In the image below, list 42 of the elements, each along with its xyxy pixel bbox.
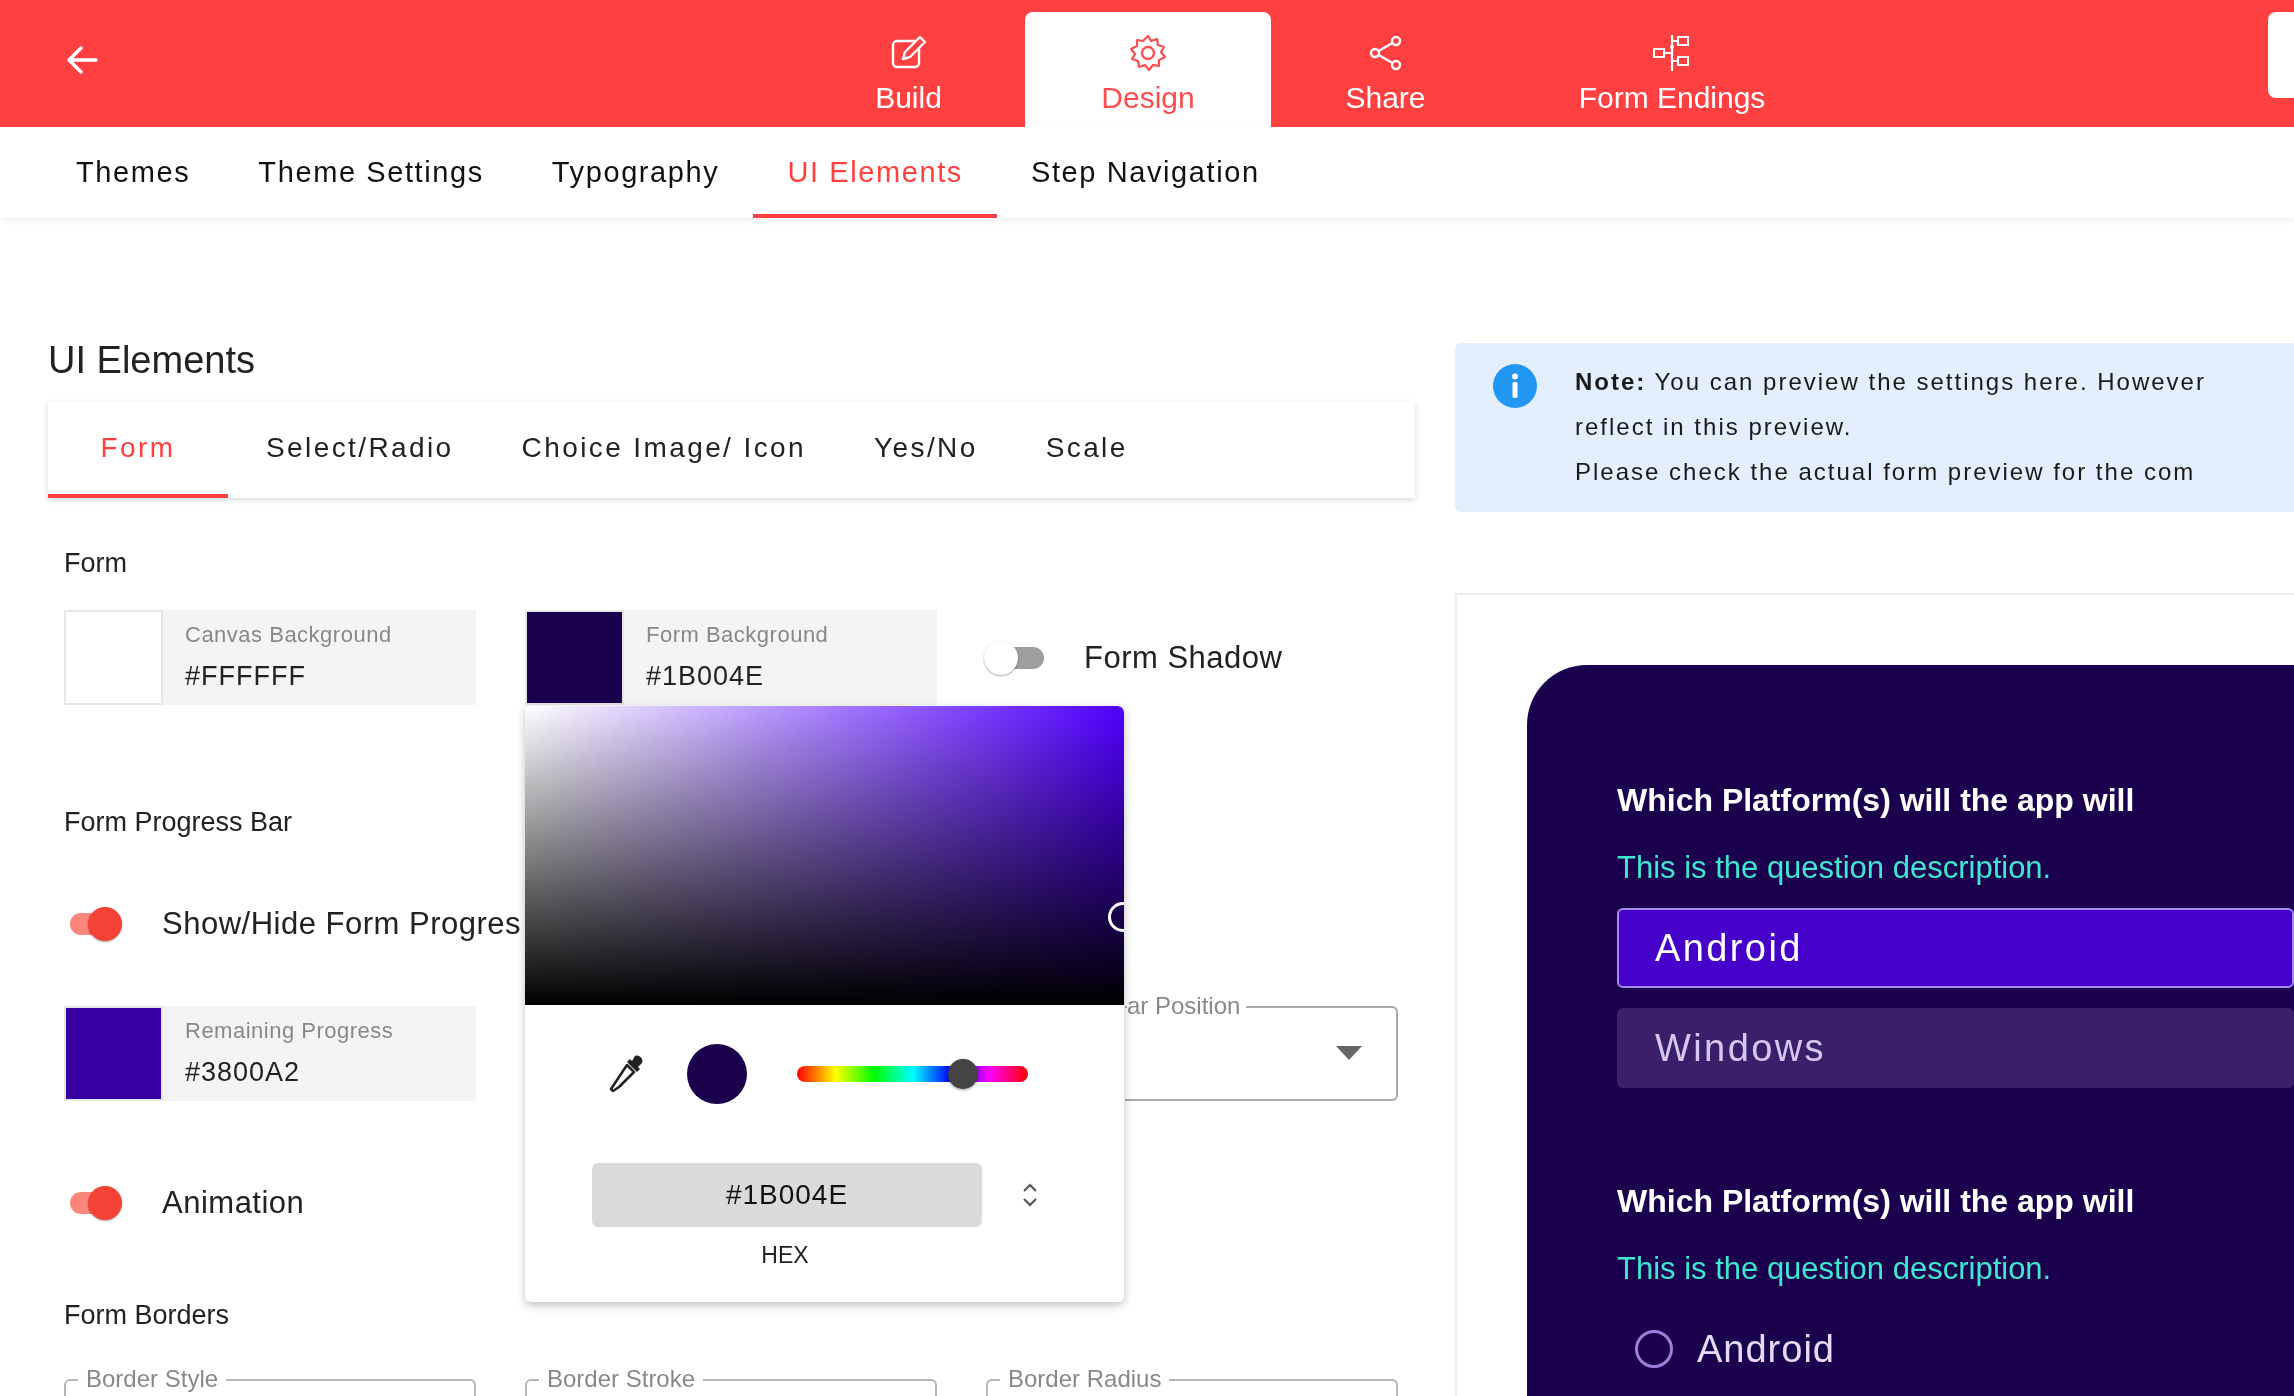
color-swatch[interactable] <box>525 610 624 705</box>
slider-thumb[interactable] <box>948 1059 979 1089</box>
format-label: HEX <box>761 1241 809 1270</box>
dropdown-caret-icon <box>1336 1046 1362 1060</box>
note-text: reflect in this preview. <box>1575 412 1853 442</box>
toggle-label: Show/Hide Form Progres <box>162 906 521 942</box>
gear-icon <box>1128 33 1168 73</box>
color-field[interactable]: Remaining Progress #3800A2 <box>163 1006 476 1101</box>
hex-input[interactable]: #1B004E <box>592 1163 982 1227</box>
info-icon <box>1493 364 1537 408</box>
color-swatch[interactable] <box>64 610 163 705</box>
radio-button[interactable] <box>1635 1330 1673 1368</box>
question-description: This is the question description. <box>1617 849 2052 887</box>
flowchart-icon <box>1652 33 1692 73</box>
group-heading: Form Borders <box>64 1299 230 1332</box>
element-tab[interactable]: Choice Image/ Icon <box>491 402 836 498</box>
group-heading: Form Progress Bar <box>64 806 293 839</box>
element-tab[interactable]: Select/Radio <box>236 402 484 498</box>
question-description: This is the question description. <box>1617 1250 2052 1288</box>
sub-tab[interactable]: Typography <box>517 127 754 218</box>
group-heading: Form <box>64 547 127 580</box>
sub-tab[interactable]: Themes <box>42 127 225 218</box>
toggle-label: Animation <box>162 1185 305 1221</box>
question-title: Which Platform(s) will the app will <box>1617 1182 2135 1221</box>
element-tab[interactable]: Scale <box>1015 402 1158 498</box>
color-field[interactable]: Canvas Background #FFFFFF <box>163 610 476 705</box>
eyedropper-icon[interactable] <box>609 1054 645 1094</box>
toggle-label: Form Shadow <box>1084 639 1283 676</box>
color-field[interactable]: Form Background #1B004E <box>624 610 937 705</box>
up-down-icon[interactable] <box>1022 1182 1038 1208</box>
choice-option[interactable]: Android <box>1617 908 2294 988</box>
sub-tab[interactable]: Theme Settings <box>224 127 518 218</box>
element-tab[interactable]: Yes/No <box>844 402 1008 498</box>
choice-option[interactable]: Windows <box>1617 1008 2294 1088</box>
radio-label: Android <box>1697 1327 1835 1371</box>
question-title: Which Platform(s) will the app will <box>1617 781 2135 820</box>
color-swatch[interactable] <box>64 1006 163 1101</box>
note-text: Note: You can preview the settings here. However <box>1575 367 2206 397</box>
note-text: Please check the actual form preview for the com <box>1575 457 2196 487</box>
section-title: UI Elements <box>48 338 255 383</box>
sub-tab[interactable]: Step Navigation <box>996 127 1294 218</box>
saturation-area[interactable] <box>525 706 1124 1005</box>
